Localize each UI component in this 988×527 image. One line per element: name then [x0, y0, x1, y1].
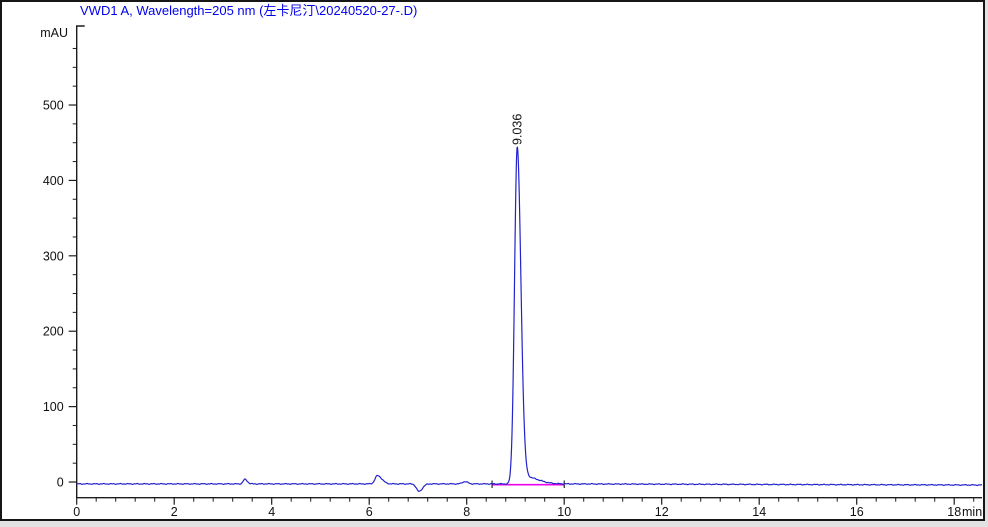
- chromatogram-plot: VWD1 A, Wavelength=205 nm (左卡尼汀\20240520…: [0, 0, 988, 527]
- peak-retention-time-label: 9.036: [511, 114, 525, 145]
- signal-trace-layer: [77, 147, 982, 491]
- x-tick-label: 2: [171, 505, 178, 519]
- x-tick-label: 4: [268, 505, 275, 519]
- y-tick-label: 500: [43, 99, 64, 113]
- chromatogram-trace: [77, 147, 982, 491]
- y-tick-label: 0: [57, 476, 64, 490]
- x-tick-label: 0: [73, 505, 80, 519]
- axes: 0 100 200 300 400 500 0 2 4 6 8 10 12 14 16 18: [43, 26, 982, 519]
- x-tick-label: 18: [947, 505, 961, 519]
- y-tick-label: 300: [43, 249, 64, 263]
- y-tick-label: 400: [43, 174, 64, 188]
- axis-spine: [77, 26, 982, 498]
- x-tick-label: 6: [366, 505, 373, 519]
- y-axis-unit-label: mAU: [40, 26, 68, 40]
- x-axis-unit-label: min: [962, 505, 982, 519]
- signal-title: VWD1 A, Wavelength=205 nm (左卡尼汀\20240520…: [80, 3, 417, 18]
- x-tick-label: 16: [850, 505, 864, 519]
- y-tick-label: 100: [43, 400, 64, 414]
- x-tick-label: 8: [463, 505, 470, 519]
- x-tick-label: 10: [557, 505, 571, 519]
- x-tick-label: 12: [655, 505, 669, 519]
- x-tick-label: 14: [752, 505, 766, 519]
- y-tick-label: 200: [43, 325, 64, 339]
